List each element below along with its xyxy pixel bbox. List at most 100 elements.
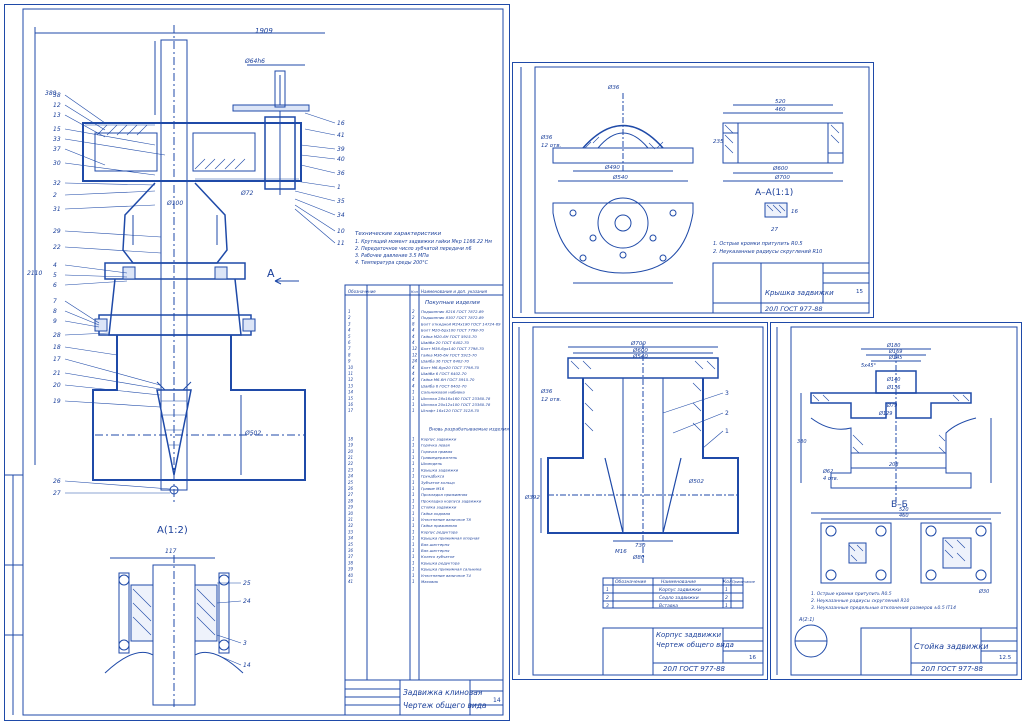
sheet2-gost: 20Л ГОСТ 977-88 [765,305,823,313]
body-dim-80: Ø80 [632,554,645,561]
spec-row-qty: 8 [412,321,415,326]
spec-row-number: 27 [348,492,354,497]
dim-117: 117 [165,548,177,555]
position-label: 33 [53,136,61,143]
body-dim-540: Ø540 [632,353,648,360]
tech-note-line: 1. Крутящий момент задвижки гайки Мкр 11… [355,239,492,245]
sheet2-title: Крышка задвижки [765,289,834,297]
spec-row-name: Шайба 20 ГОСТ 6402-70 [421,340,469,345]
dim-502: Ø502 [244,430,261,437]
spec-row-number: 20 [348,449,354,454]
sheet3-subtitle: Чертеж общего вида [656,641,734,649]
spec-row-qty: 1 [412,480,415,485]
cover-dim-holes: 12 отв. [541,143,562,149]
spec-row-number: 39 [348,567,354,572]
spec-row-number: 4 [348,328,351,333]
spec-row-number: 24 [348,474,354,479]
spec-row-qty: 1 [412,390,415,395]
position-label: 34 [337,212,345,219]
spec-row-number: 22 [348,461,354,466]
cover-note-1: 1. Острые кромки притупить R0.5 [713,241,803,247]
spec-row-qty: 1 [412,408,415,413]
spec-row-qty: 1 [412,529,415,534]
spec-row-number: 3 [348,321,351,326]
spec-row-number: 41 [348,579,353,584]
position-label: 8 [53,308,57,315]
spec-row-name: Стойка задвижки [421,505,457,510]
sheet3-title: Корпус задвижки [656,631,722,639]
spec-row-name: Шайба 36 ГОСТ 6402-70 [421,359,469,364]
spec-row-number: 25 [348,480,354,485]
spec-row-number: 35 [348,542,354,547]
body-label-2: 2 [725,410,729,417]
yoke-dim-169: Ø169 [888,348,902,355]
spec-row-name: Штифт 16х120 ГОСТ 3128-70 [421,408,480,413]
spec-row-qty: 1 [412,573,415,578]
spec-row-name: Шайба 6 ГОСТ 6402-70 [421,371,467,376]
cover-dim-700: Ø700 [774,174,790,181]
yoke-note-3: 3. Неуказанные предельные отклонения раз… [811,605,956,611]
tech-title: Технические характеристики [355,231,441,237]
body-row-number: 1 [606,587,609,593]
spec-row-name: Гайка М20-6Н ГОСТ 5915-70 [421,334,477,339]
position-label: 26 [53,478,61,485]
spec-row-number: 13 [348,383,354,388]
yoke-dim-62: Ø62 [822,468,833,475]
spec-row-qty: 1 [412,505,415,510]
spec-section-purchased: Покупные изделия [425,300,481,306]
position-label: 16 [337,120,345,127]
position-label: 19 [53,398,61,405]
spec-row-qty: 4 [412,365,415,370]
position-label: 3 [243,640,247,647]
body-drawing: Ø700 Ø600 Ø540 Ø36 12 отв. Ø392 Ø502 730… [518,326,764,676]
dim-2110: 2110 [27,270,42,277]
spec-row-qty: 4 [412,377,415,382]
spec-row-number: 11 [348,371,353,376]
sheet4-title: Стойка задвижки [914,642,988,651]
position-label: 6 [53,282,57,289]
cover-dim-490: Ø490 [604,164,620,171]
cover-dim-27: 27 [771,227,778,233]
spec-row-name: Вал-шестерня [421,548,450,553]
spec-row-qty: 2 [412,309,415,314]
detail-a-label: А(1:2) [157,525,188,536]
position-label: 29 [53,228,61,235]
body-dim-holes: 12 отв. [541,397,562,403]
spec-row-qty: 1 [412,517,415,522]
spec-row-name: Гравие М16 [421,486,445,491]
spec-row-number: 28 [348,498,354,503]
body-row-number: 3 [606,603,609,609]
spec-row-qty: 1 [412,461,415,466]
spec-row-number: 1 [348,309,351,314]
position-label: 27 [53,490,61,497]
cover-drawing: Ø36 Ø490 Ø540 Ø600 Ø700 520 460 235 27 1… [520,66,870,314]
position-label: 39 [337,146,345,153]
spec-row-number: 12 [348,377,354,382]
body-dim-36: Ø36 [540,388,553,395]
spec-row-qty: 1 [412,498,415,503]
position-label: 10 [337,228,345,235]
spec-row-number: 6 [348,340,351,345]
cover-dim-235: 235 [713,139,724,145]
spec-header-qty: Кол [411,290,419,294]
sheet-body: Ø700 Ø600 Ø540 Ø36 12 отв. Ø392 Ø502 730… [512,322,768,680]
spec-row-number: 40 [348,573,354,578]
yoke-dim-holes: 4 отв. [823,476,838,482]
spec-row-name: Прокладка прижимная [421,492,468,497]
yoke-dim-79: Ø79 [886,402,897,409]
yoke-dim-208: 208 [889,462,899,468]
position-label: 2 [53,192,57,199]
spec-row-name: Гайка ходовая [421,511,451,516]
spec-table-rows: Обозначение Кол Наименование и доп. указан… [348,289,509,584]
spec-row-name: Гайка М36-6Н ГОСТ 5915-70 [421,352,477,357]
spec-row-name: Гайка М6-6Н ГОСТ 5915-70 [421,377,475,382]
spec-row-number: 30 [348,511,354,516]
position-label: 37 [53,146,61,153]
position-label: 25 [243,580,251,587]
cover-dim-36: Ø36 [540,134,553,141]
spec-row-name: Вал-шестерня [421,542,450,547]
position-label: 21 [53,370,61,377]
sheet4-number: 12.5 [999,655,1012,661]
spec-row-qty: 4 [412,383,415,388]
spec-row-number: 8 [348,352,351,357]
